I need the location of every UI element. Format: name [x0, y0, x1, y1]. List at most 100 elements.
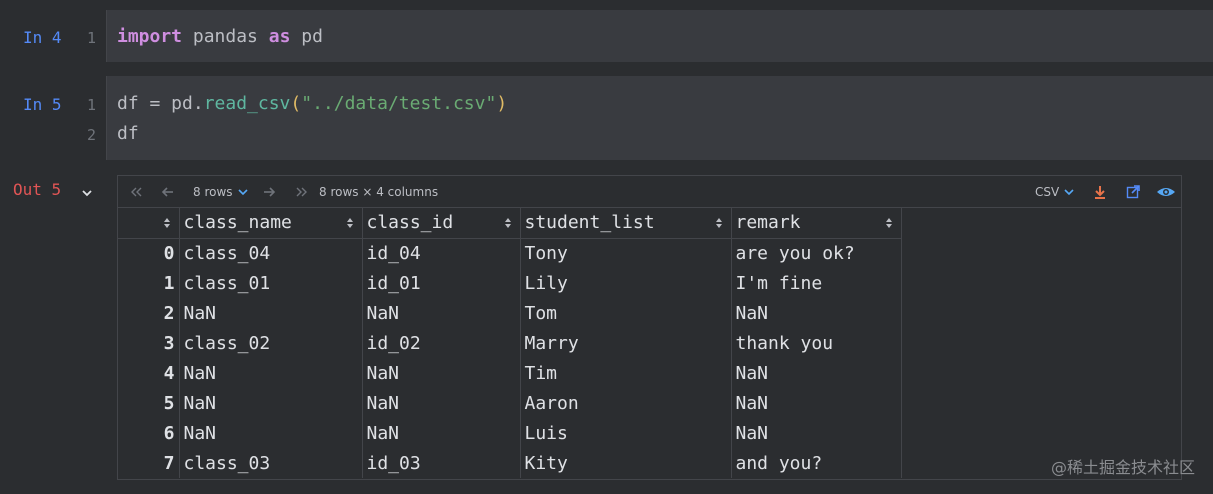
eye-icon[interactable] [1156, 184, 1176, 200]
code-line[interactable]: df [117, 123, 139, 144]
column-header-label: remark [735, 212, 801, 234]
function-name: read_csv [203, 93, 291, 114]
table-row[interactable]: 7 class_03 id_03 Kity and you? [118, 448, 902, 478]
table-cell-student-list[interactable]: Kity [520, 448, 732, 478]
code-cell-2[interactable]: In 5 1 2 df = pd.read_csv("../data/test.… [0, 66, 1213, 166]
row-index: 1 [118, 268, 180, 298]
table-cell-student-list[interactable]: Tim [520, 358, 732, 388]
chevron-down-icon[interactable] [235, 184, 251, 200]
last-page-icon[interactable] [294, 184, 310, 200]
row-index: 6 [118, 418, 180, 448]
table-cell-student-list[interactable]: Lily [520, 268, 732, 298]
sort-icon[interactable] [163, 216, 171, 230]
table-row[interactable]: 3 class_02 id_02 Marry thank you [118, 328, 902, 358]
table-row[interactable]: 0 class_04 id_04 Tony are you ok? [118, 238, 902, 268]
table-cell-class-name[interactable]: NaN [179, 418, 363, 448]
row-index: 0 [118, 238, 180, 268]
table-cell-remark[interactable]: NaN [731, 298, 902, 328]
line-number: 1 [86, 29, 96, 47]
row-index: 2 [118, 298, 180, 328]
table-cell-student-list[interactable]: Tony [520, 238, 732, 268]
chevron-down-icon[interactable] [80, 186, 94, 200]
table-cell-class-name[interactable]: class_03 [179, 448, 363, 478]
table-cell-class-name[interactable]: class_04 [179, 238, 363, 268]
table-cell-student-list[interactable]: Marry [520, 328, 732, 358]
table-row[interactable]: 4 NaN NaN Tim NaN [118, 358, 902, 388]
header-row: class_name class_id student_list remark [118, 208, 902, 239]
cell-prompt: In 4 [23, 28, 62, 47]
sort-icon[interactable] [885, 216, 893, 230]
table-cell-class-id[interactable]: id_02 [362, 328, 521, 358]
table-cell-class-id[interactable]: NaN [362, 358, 521, 388]
sort-icon[interactable] [346, 216, 354, 230]
code-line[interactable]: import pandas as pd [117, 26, 323, 47]
rows-per-page-select[interactable]: 8 rows [193, 185, 233, 199]
table-cell-class-name[interactable]: class_02 [179, 328, 363, 358]
table-cell-class-name[interactable]: NaN [179, 388, 363, 418]
table-row[interactable]: 2 NaN NaN Tom NaN [118, 298, 902, 328]
first-page-icon[interactable] [128, 184, 144, 200]
download-icon[interactable] [1092, 184, 1108, 200]
row-index: 5 [118, 388, 180, 418]
code-cell-1[interactable]: In 4 1 import pandas as pd [0, 0, 1213, 66]
dataframe-table: class_name class_id student_list remark … [118, 208, 902, 478]
column-header-label: student_list [524, 212, 655, 234]
row-index: 7 [118, 448, 180, 478]
line-number: 2 [86, 126, 96, 144]
table-cell-student-list[interactable]: Luis [520, 418, 732, 448]
string-literal: "../data/test.csv" [301, 93, 497, 114]
row-index: 4 [118, 358, 180, 388]
table-row[interactable]: 6 NaN NaN Luis NaN [118, 418, 902, 448]
table-cell-class-name[interactable]: class_01 [179, 268, 363, 298]
table-toolbar: 8 rows 8 rows × 4 columns CSV [118, 176, 1181, 208]
table-row[interactable]: 5 NaN NaN Aaron NaN [118, 388, 902, 418]
table-cell-remark[interactable]: NaN [731, 358, 902, 388]
sort-icon[interactable] [715, 216, 723, 230]
code-line[interactable]: df = pd.read_csv("../data/test.csv") [117, 93, 507, 114]
output-prompt: Out 5 [13, 180, 62, 199]
index-header[interactable] [118, 208, 180, 239]
table-cell-class-id[interactable]: id_04 [362, 238, 521, 268]
code-editor[interactable] [106, 76, 1213, 160]
sort-icon[interactable] [504, 216, 512, 230]
table-cell-remark[interactable]: NaN [731, 418, 902, 448]
cell-prompt: In 5 [23, 95, 62, 114]
table-cell-class-id[interactable]: NaN [362, 418, 521, 448]
table-cell-student-list[interactable]: Aaron [520, 388, 732, 418]
row-index: 3 [118, 328, 180, 358]
chevron-down-icon[interactable] [1061, 184, 1077, 200]
table-cell-remark[interactable]: NaN [731, 388, 902, 418]
table-cell-remark[interactable]: I'm fine [731, 268, 902, 298]
paren: ( [290, 93, 302, 114]
prev-page-icon[interactable] [160, 184, 176, 200]
table-cell-class-name[interactable]: NaN [179, 298, 363, 328]
table-cell-class-id[interactable]: NaN [362, 298, 521, 328]
keyword: as [268, 26, 291, 47]
table-cell-remark[interactable]: thank you [731, 328, 902, 358]
table-summary: 8 rows × 4 columns [319, 185, 439, 199]
column-header-label: class_name [183, 212, 292, 234]
column-header[interactable]: remark [731, 208, 902, 239]
table-cell-student-list[interactable]: Tom [520, 298, 732, 328]
next-page-icon[interactable] [261, 184, 277, 200]
open-in-new-icon[interactable] [1125, 184, 1141, 200]
table-cell-remark[interactable]: are you ok? [731, 238, 902, 268]
watermark: @稀土掘金技术社区 [1050, 458, 1195, 477]
table-cell-remark[interactable]: and you? [731, 448, 902, 478]
dataframe-viewer: 8 rows 8 rows × 4 columns CSV class_name… [117, 175, 1182, 480]
code-token: pandas [182, 26, 269, 47]
code-token: pd [290, 26, 323, 47]
paren: ) [496, 93, 508, 114]
table-cell-class-id[interactable]: NaN [362, 388, 521, 418]
column-header[interactable]: student_list [520, 208, 732, 239]
keyword: import [117, 26, 183, 47]
column-header[interactable]: class_name [179, 208, 363, 239]
table-cell-class-id[interactable]: id_01 [362, 268, 521, 298]
table-cell-class-name[interactable]: NaN [179, 358, 363, 388]
format-select[interactable]: CSV [1035, 185, 1059, 199]
code-token: df = pd. [117, 93, 204, 114]
table-cell-class-id[interactable]: id_03 [362, 448, 521, 478]
table-row[interactable]: 1 class_01 id_01 Lily I'm fine [118, 268, 902, 298]
column-header-label: class_id [366, 212, 454, 234]
column-header[interactable]: class_id [362, 208, 521, 239]
